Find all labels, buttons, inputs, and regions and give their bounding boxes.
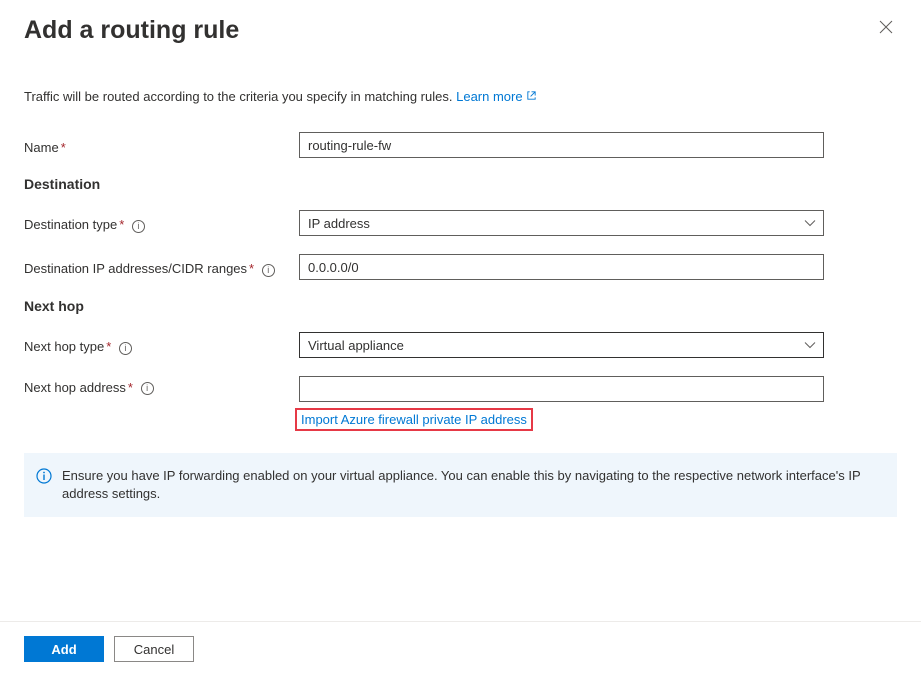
nexthop-type-label: Next hop type* i [24, 335, 299, 354]
info-icon [36, 468, 52, 503]
info-icon[interactable]: i [141, 382, 154, 395]
close-icon [879, 20, 893, 34]
info-icon[interactable]: i [262, 264, 275, 277]
destination-type-label: Destination type* i [24, 213, 299, 232]
import-firewall-ip-link[interactable]: Import Azure firewall private IP address [295, 408, 533, 431]
info-icon[interactable]: i [119, 342, 132, 355]
close-button[interactable] [875, 16, 897, 42]
destination-heading: Destination [24, 176, 897, 192]
required-indicator: * [61, 140, 66, 155]
required-indicator: * [119, 217, 124, 232]
info-box: Ensure you have IP forwarding enabled on… [24, 453, 897, 517]
intro-text: Traffic will be routed according to the … [24, 89, 897, 104]
external-link-icon [526, 89, 537, 104]
intro-body: Traffic will be routed according to the … [24, 89, 452, 104]
footer: Add Cancel [0, 621, 921, 676]
destination-cidr-input[interactable] [299, 254, 824, 280]
learn-more-label: Learn more [456, 89, 522, 104]
nexthop-address-label: Next hop address* i [24, 376, 299, 395]
nexthop-address-input[interactable] [299, 376, 824, 402]
page-title: Add a routing rule [24, 16, 239, 45]
destination-cidr-label: Destination IP addresses/CIDR ranges* i [24, 257, 299, 276]
learn-more-link[interactable]: Learn more [456, 89, 536, 104]
name-label: Name* [24, 136, 299, 155]
destination-type-select[interactable]: IP address [299, 210, 824, 236]
cancel-button[interactable]: Cancel [114, 636, 194, 662]
required-indicator: * [106, 339, 111, 354]
add-button[interactable]: Add [24, 636, 104, 662]
required-indicator: * [249, 261, 254, 276]
info-box-text: Ensure you have IP forwarding enabled on… [62, 467, 885, 503]
name-input[interactable] [299, 132, 824, 158]
info-icon[interactable]: i [132, 220, 145, 233]
nexthop-type-select[interactable]: Virtual appliance [299, 332, 824, 358]
nexthop-heading: Next hop [24, 298, 897, 314]
required-indicator: * [128, 380, 133, 395]
